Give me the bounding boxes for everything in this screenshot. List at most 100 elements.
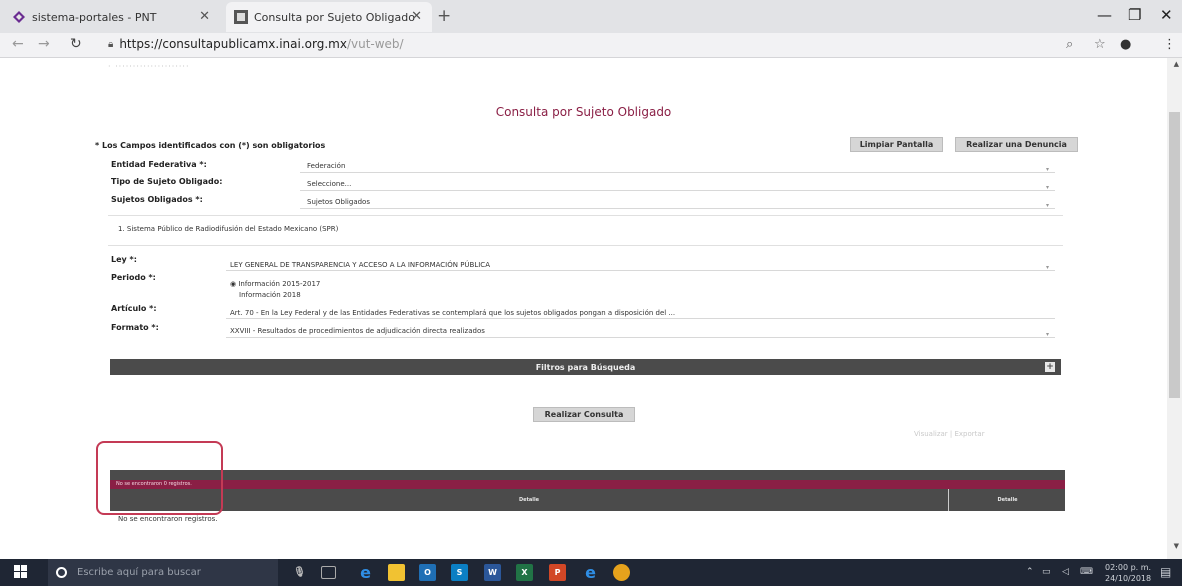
selected-subject[interactable]: 1. Sistema Público de Radiodifusión del … [118,225,338,233]
close-tab-icon[interactable]: ✕ [411,9,422,24]
scroll-down-icon[interactable]: ▼ [1174,542,1179,550]
report-button[interactable]: Realizar una Denuncia [955,137,1078,152]
scroll-up-icon[interactable]: ▲ [1174,60,1179,68]
tipo-select[interactable]: Seleccione... [307,180,351,188]
screen: sistema-portales - PNT ✕ Consulta por Su… [0,0,1182,586]
url-host: https://consultapublicamx.inai.org.mx [119,37,347,51]
sujetos-underline [300,208,1055,209]
word-icon[interactable]: W [484,564,501,581]
zoom-icon[interactable]: ⌕ [1066,37,1073,52]
chevron-down-icon[interactable]: ▾ [1046,166,1049,173]
articulo-label: Artículo *: [111,304,157,313]
scrollbar-thumb[interactable] [1169,112,1180,398]
page-title: Consulta por Sujeto Obligado [495,105,672,119]
notifications-icon[interactable]: ▤ [1160,565,1171,579]
entidad-select[interactable]: Federación [307,162,345,170]
annotation-highlight [96,441,223,515]
tab-title: Consulta por Sujeto Obligado [254,10,415,24]
chrome-icon[interactable] [613,564,630,581]
profile-icon[interactable]: ● [1120,37,1131,52]
column-header-detalle-2: Detalle [997,497,1018,503]
tipo-underline [300,190,1055,191]
filters-label: Filtros para Búsqueda [535,362,636,372]
expand-plus-icon[interactable]: + [1045,362,1055,372]
divider [108,245,1063,246]
sujetos-label: Sujetos Obligados *: [111,195,203,204]
chevron-down-icon[interactable]: ▾ [1046,264,1049,271]
tray-expand-icon[interactable]: ⌃ [1026,567,1034,577]
chevron-down-icon[interactable]: ▾ [1046,202,1049,209]
tipo-label: Tipo de Sujeto Obligado: [111,177,223,186]
formato-label: Formato *: [111,323,159,332]
new-tab-icon[interactable]: + [437,6,451,26]
articulo-underline [226,318,1055,319]
periodo-label: Periodo *: [111,273,156,282]
restore-icon[interactable]: ❐ [1128,6,1141,24]
divider [108,215,1063,216]
bookmark-star-icon[interactable]: ☆ [1094,37,1106,52]
url-path: /vut-web/ [346,37,404,51]
edge-icon[interactable]: e [357,563,374,582]
internet-explorer-icon[interactable]: e [582,563,599,582]
taskbar-search[interactable]: Escribe aquí para buscar [48,559,278,586]
periodo-option-2018[interactable]: Información 2018 [239,291,301,299]
results-header-bar [110,470,1065,480]
results-table-header: Detalle Detalle [110,489,1065,511]
address-bar: ← → ↻ 🔒︎ https://consultapublicamx.inai.… [0,33,1182,58]
taskbar-search-placeholder: Escribe aquí para buscar [77,567,201,578]
empty-results-text: No se encontraron registros. [118,515,218,523]
tab-consulta[interactable]: Consulta por Sujeto Obligado ✕ [226,2,432,32]
faded-actions: Visualizar | Exportar [914,430,985,438]
clock-time: 02:00 p. m. [1105,563,1152,572]
articulo-select[interactable]: Art. 70 - En la Ley Federal y de las Ent… [230,309,675,317]
powerpoint-icon[interactable]: P [549,564,566,581]
sujetos-select[interactable]: Sujetos Obligados [307,198,370,206]
pnt-favicon-icon [12,10,26,24]
filters-bar[interactable]: Filtros para Búsqueda + [110,359,1061,375]
tab-title: sistema-portales - PNT [32,10,157,24]
menu-icon[interactable]: ⋮ [1163,37,1176,52]
formato-select[interactable]: XXVIII - Resultados de procedimientos de… [230,327,485,335]
clear-screen-button[interactable]: Limpiar Pantalla [850,137,943,152]
forward-icon[interactable]: → [38,36,50,52]
excel-icon[interactable]: X [516,564,533,581]
periodo-option-label: Información 2015-2017 [238,280,321,288]
consult-button[interactable]: Realizar Consulta [533,407,635,422]
taskbar-clock[interactable]: 02:00 p. m. 24/10/2018 [1105,562,1151,584]
lock-icon: 🔒︎ [108,38,114,50]
tab-sistema-portales[interactable]: sistema-portales - PNT ✕ [12,2,220,32]
task-view-icon[interactable] [321,566,336,579]
volume-icon[interactable]: ◁ [1062,567,1069,577]
outlook-icon[interactable]: O [419,564,436,581]
network-icon[interactable]: ▭ [1042,567,1051,577]
radio-selected-icon[interactable]: ◉ [230,280,236,288]
minimize-icon[interactable]: — [1097,6,1112,24]
faded-header-text: · ····················· [108,62,190,71]
chevron-down-icon[interactable]: ▾ [1046,331,1049,338]
close-window-icon[interactable]: ✕ [1160,6,1173,24]
ley-select[interactable]: LEY GENERAL DE TRANSPARENCIA Y ACCESO A … [230,261,490,269]
windows-start-icon[interactable] [14,565,27,582]
windows-taskbar: Escribe aquí para buscar 🎙︎ e O S W X P … [0,559,1182,586]
results-count: No se encontraron 0 registros. [110,480,1065,489]
microphone-icon[interactable]: 🎙︎ [291,564,308,581]
ley-label: Ley *: [111,255,137,264]
periodo-option-2015[interactable]: ◉ Información 2015-2017 [230,280,320,288]
required-note: * Los Campos identificados con (*) son o… [95,141,326,150]
entidad-label: Entidad Federativa *: [111,160,207,169]
chevron-down-icon[interactable]: ▾ [1046,184,1049,191]
column-header-detalle: Detalle [110,489,949,511]
ley-underline [226,270,1055,271]
file-explorer-icon[interactable] [388,564,405,581]
url-field[interactable]: 🔒︎ https://consultapublicamx.inai.org.mx… [108,37,404,51]
formato-underline [226,337,1055,338]
browser-tab-bar: sistema-portales - PNT ✕ Consulta por Su… [0,0,1182,33]
back-icon[interactable]: ← [12,36,24,52]
entidad-underline [300,172,1055,173]
skype-icon[interactable]: S [451,564,468,581]
reload-icon[interactable]: ↻ [70,36,82,52]
keyboard-icon[interactable]: ⌨︎ [1080,567,1093,577]
close-tab-icon[interactable]: ✕ [199,9,210,24]
inai-favicon-icon [234,10,248,24]
page-content: · ····················· Consulta por Suj… [0,58,1167,559]
